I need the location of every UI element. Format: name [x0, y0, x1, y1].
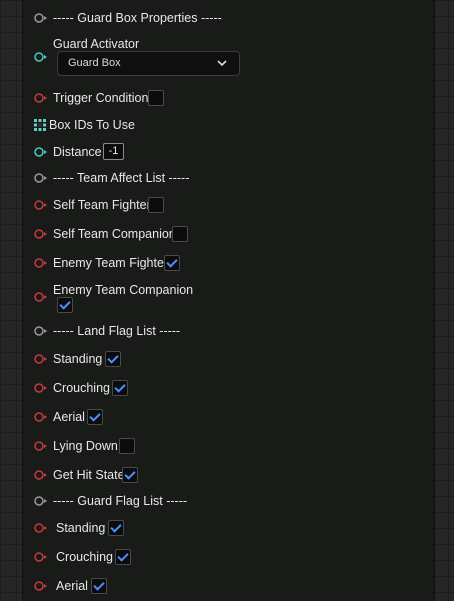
team-affect-header: ----- Team Affect List ----- — [53, 171, 190, 185]
land-lying-down-checkbox[interactable] — [119, 438, 135, 454]
input-pin-red-icon[interactable] — [34, 470, 48, 480]
exec-pin-gray-icon[interactable] — [34, 13, 48, 23]
distance-label: Distance — [53, 145, 102, 159]
enemy-team-fighter-checkbox[interactable] — [164, 255, 180, 271]
distance-input[interactable]: -1 — [103, 143, 124, 160]
land-standing-label: Standing — [53, 352, 103, 366]
guard-flag-header: ----- Guard Flag List ----- — [53, 494, 188, 508]
land-get-hit-state-label: Get Hit State — [53, 468, 125, 482]
enemy-team-companion-label: Enemy Team Companion — [53, 283, 194, 297]
guard-activator-label: Guard Activator — [53, 37, 140, 51]
land-aerial-checkbox[interactable] — [87, 409, 103, 425]
input-pin-red-icon[interactable] — [34, 383, 48, 393]
land-crouching-label: Crouching — [53, 381, 110, 395]
chevron-down-icon — [217, 60, 227, 67]
array-pin-grid-icon[interactable] — [34, 119, 46, 131]
guard-activator-dropdown[interactable]: Guard Box — [57, 51, 240, 76]
input-pin-red-icon[interactable] — [34, 354, 48, 364]
guard-crouching-label: Crouching — [56, 550, 113, 564]
input-pin-red-icon[interactable] — [34, 412, 48, 422]
input-pin-red-icon[interactable] — [34, 552, 48, 562]
enemy-team-companion-checkbox[interactable] — [57, 297, 73, 313]
guard-crouching-checkbox[interactable] — [115, 549, 131, 565]
box-ids-label: Box IDs To Use — [49, 118, 135, 132]
exec-pin-gray-icon[interactable] — [34, 496, 48, 506]
input-pin-red-icon[interactable] — [34, 581, 48, 591]
exec-pin-gray-icon[interactable] — [34, 173, 48, 183]
self-team-fighter-checkbox[interactable] — [148, 197, 164, 213]
input-pin-red-icon[interactable] — [34, 523, 48, 533]
guard-activator-selected: Guard Box — [68, 57, 121, 69]
land-aerial-label: Aerial — [53, 410, 85, 424]
input-pin-red-icon[interactable] — [34, 292, 48, 302]
guard-aerial-label: Aerial — [56, 579, 88, 593]
land-standing-checkbox[interactable] — [105, 351, 121, 367]
guard-box-properties-header: ----- Guard Box Properties ----- — [53, 11, 222, 25]
land-lying-down-label: Lying Down — [53, 439, 118, 453]
input-pin-teal-icon[interactable] — [34, 147, 48, 157]
land-crouching-checkbox[interactable] — [112, 380, 128, 396]
trigger-condition-label: Trigger Condition — [53, 91, 149, 105]
trigger-condition-checkbox[interactable] — [148, 90, 164, 106]
self-team-companion-checkbox[interactable] — [172, 226, 188, 242]
self-team-companion-label: Self Team Companion — [53, 227, 176, 241]
input-pin-red-icon[interactable] — [34, 441, 48, 451]
input-pin-teal-icon[interactable] — [34, 52, 48, 62]
input-pin-red-icon[interactable] — [34, 93, 48, 103]
input-pin-red-icon[interactable] — [34, 200, 48, 210]
enemy-team-fighter-label: Enemy Team Fighter — [53, 256, 169, 270]
input-pin-red-icon[interactable] — [34, 258, 48, 268]
land-get-hit-state-checkbox[interactable] — [122, 467, 138, 483]
guard-box-properties-node: ----- Guard Box Properties ----- Guard A… — [22, 0, 435, 601]
guard-standing-label: Standing — [56, 521, 106, 535]
self-team-fighter-label: Self Team Fighter — [53, 198, 151, 212]
guard-standing-checkbox[interactable] — [108, 520, 124, 536]
exec-pin-gray-icon[interactable] — [34, 326, 48, 336]
guard-aerial-checkbox[interactable] — [91, 578, 107, 594]
input-pin-red-icon[interactable] — [34, 229, 48, 239]
land-flag-header: ----- Land Flag List ----- — [53, 324, 181, 338]
